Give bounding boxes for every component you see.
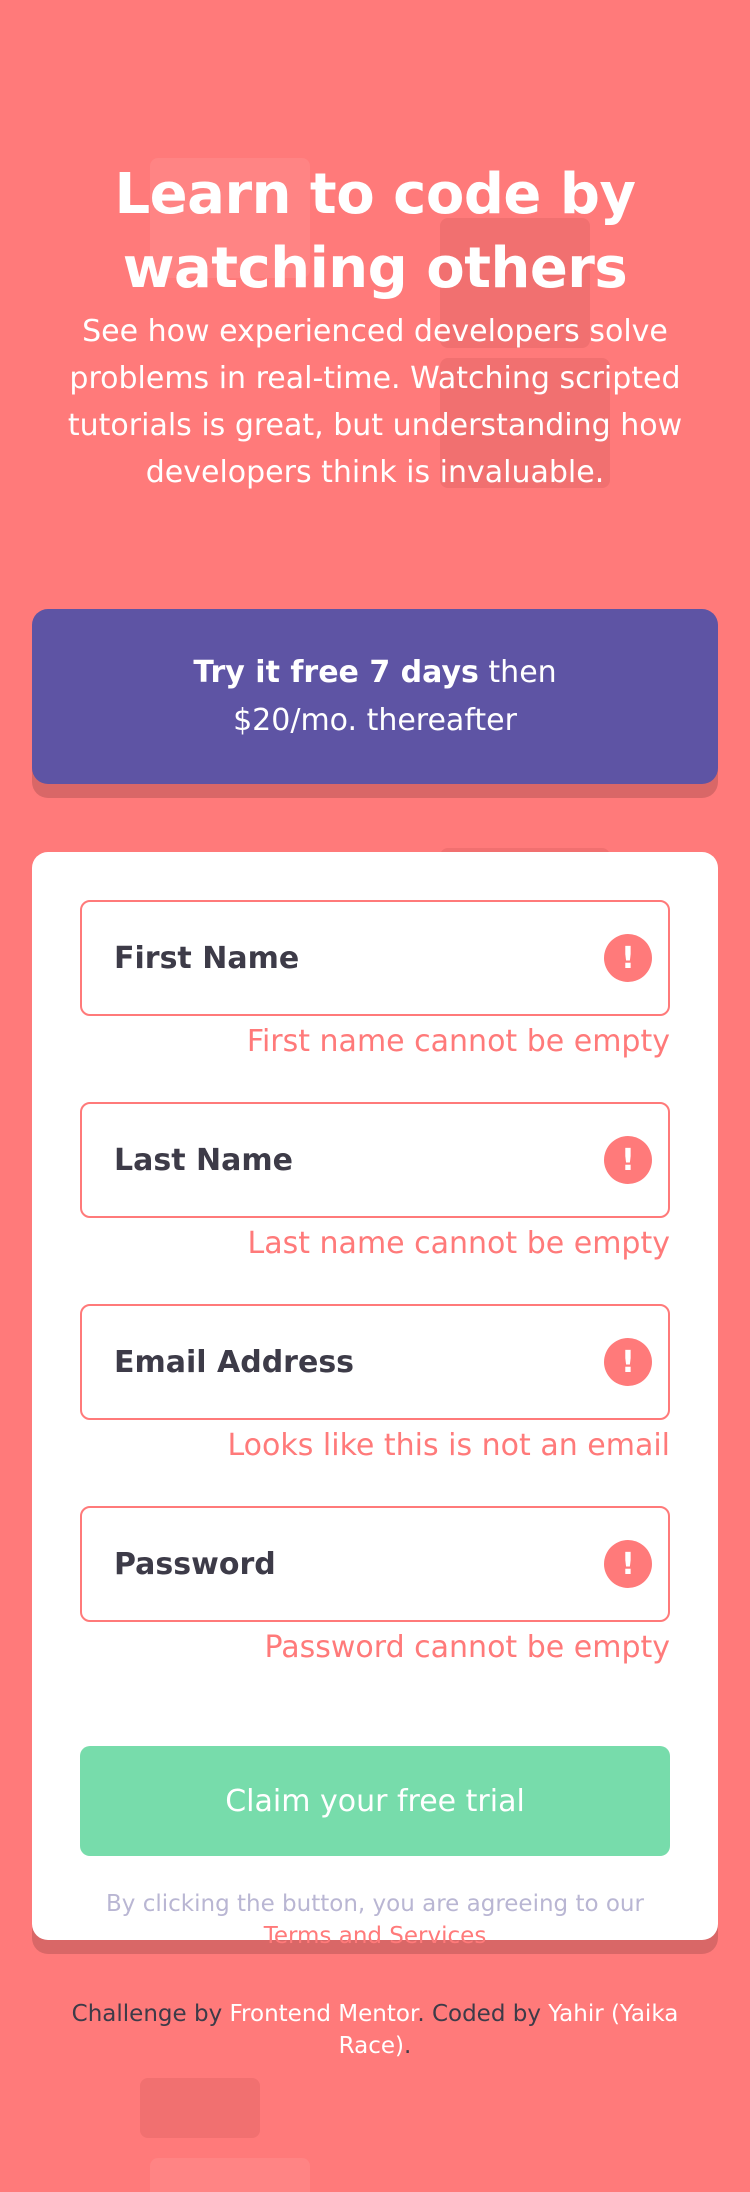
first-name-input[interactable] bbox=[114, 940, 636, 976]
footer-suffix: . bbox=[404, 2033, 412, 2059]
last-name-field-box: ! bbox=[80, 1102, 670, 1218]
first-name-group: ! First name cannot be empty bbox=[80, 900, 670, 1062]
email-input[interactable] bbox=[114, 1344, 636, 1380]
promo-bold-text: Try it free 7 days bbox=[193, 654, 479, 690]
footer-prefix: Challenge by bbox=[71, 2001, 230, 2027]
hero-title: Learn to code by watching others bbox=[114, 162, 637, 301]
promo-line-1: Try it free 7 days then bbox=[193, 649, 556, 697]
password-input[interactable] bbox=[114, 1546, 636, 1582]
signup-form: ! First name cannot be empty ! Last name… bbox=[32, 852, 718, 1949]
first-name-field-box: ! bbox=[80, 900, 670, 1016]
page-content: Learn to code by watching others See how… bbox=[0, 158, 750, 2062]
promo-banner: Try it free 7 days then $20/mo. thereaft… bbox=[32, 609, 718, 784]
last-name-error: Last name cannot be empty bbox=[247, 1226, 670, 1261]
error-icon: ! bbox=[604, 934, 652, 982]
attribution-footer: Challenge by Frontend Mentor. Coded by Y… bbox=[32, 1998, 718, 2062]
frontend-mentor-link[interactable]: Frontend Mentor bbox=[230, 2001, 418, 2027]
email-error: Looks like this is not an email bbox=[227, 1428, 670, 1463]
password-field-box: ! bbox=[80, 1506, 670, 1622]
terms-notice: By clicking the button, you are agreeing… bbox=[80, 1888, 670, 1952]
error-icon: ! bbox=[604, 1540, 652, 1588]
terms-text: By clicking the button, you are agreeing… bbox=[106, 1891, 644, 1917]
last-name-input[interactable] bbox=[114, 1142, 636, 1178]
email-field-box: ! bbox=[80, 1304, 670, 1420]
footer-middle: . Coded by bbox=[417, 2001, 549, 2027]
hero-description: See how experienced developers solve pro… bbox=[67, 314, 683, 490]
error-icon: ! bbox=[604, 1338, 652, 1386]
email-group: ! Looks like this is not an email bbox=[80, 1304, 670, 1466]
error-icon: ! bbox=[604, 1136, 652, 1184]
password-error: Password cannot be empty bbox=[264, 1630, 671, 1665]
terms-link[interactable]: Terms and Services bbox=[264, 1923, 487, 1949]
first-name-error: First name cannot be empty bbox=[246, 1024, 670, 1059]
last-name-group: ! Last name cannot be empty bbox=[80, 1102, 670, 1264]
promo-text-1: then bbox=[478, 654, 557, 690]
claim-trial-button[interactable]: Claim your free trial bbox=[80, 1746, 670, 1856]
promo-line-2: $20/mo. thereafter bbox=[233, 702, 517, 738]
password-group: ! Password cannot be empty bbox=[80, 1506, 670, 1668]
